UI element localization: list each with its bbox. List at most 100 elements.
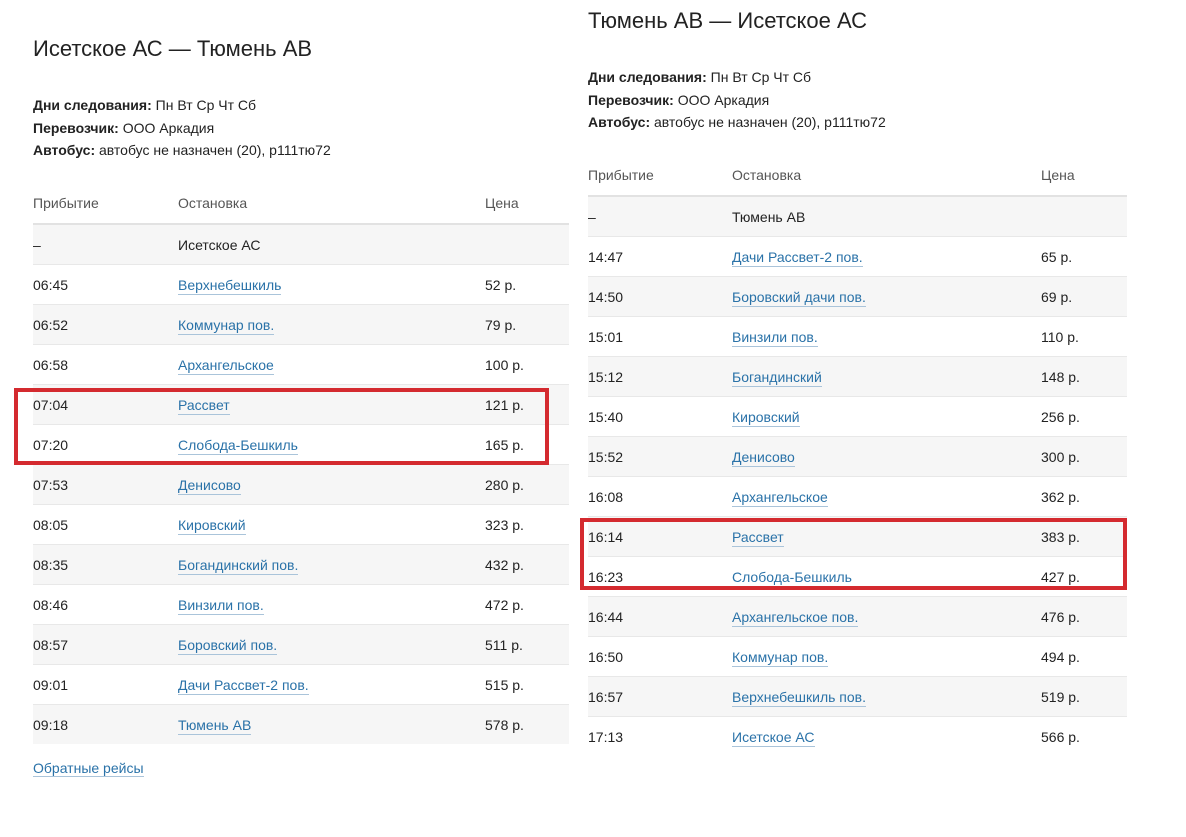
price: [1041, 196, 1127, 237]
left-days-value: Пн Вт Ср Чт Сб: [155, 97, 257, 113]
table-row: 15:40 Кировский 256 р.: [588, 396, 1127, 437]
table-row: 16:08 Архангельское 362 р.: [588, 476, 1127, 517]
table-row: 09:18 Тюмень АВ 578 р.: [33, 704, 569, 744]
right-header-stop: Остановка: [732, 155, 1041, 197]
stop-cell: Боровский дачи пов.: [732, 276, 1041, 317]
stop-link[interactable]: Тюмень АВ: [178, 716, 252, 735]
left-days-line: Дни следования: Пн Вт Ср Чт Сб: [33, 94, 331, 117]
right-bus-value: автобус не назначен (20), р111тю72: [654, 114, 886, 130]
table-row: 08:35 Богандинский пов. 432 р.: [33, 544, 569, 585]
left-carrier-label: Перевозчик:: [33, 119, 119, 136]
price: 432 р.: [485, 544, 569, 585]
right-header-arrival: Прибытие: [588, 155, 732, 197]
table-row: 15:01 Винзили пов. 110 р.: [588, 316, 1127, 357]
stop-link[interactable]: Боровский пов.: [178, 636, 278, 655]
right-header-price: Цена: [1041, 155, 1127, 197]
table-row: 06:52 Коммунар пов. 79 р.: [33, 304, 569, 345]
stop-link[interactable]: Верхнебешкиль: [178, 276, 282, 295]
left-header-stop: Остановка: [178, 183, 485, 225]
table-row: 14:50 Боровский дачи пов. 69 р.: [588, 276, 1127, 317]
table-row: 15:52 Денисово 300 р.: [588, 436, 1127, 477]
stop-link[interactable]: Верхнебешкиль пов.: [732, 688, 866, 707]
right-table-header: Прибытие Остановка Цена: [588, 155, 1127, 197]
arrival-time: 08:57: [33, 624, 178, 665]
left-header-price: Цена: [485, 183, 569, 225]
arrival-time: 15:12: [588, 356, 732, 397]
arrival-time: 14:50: [588, 276, 732, 317]
arrival-time: 06:52: [33, 304, 178, 345]
stop-link[interactable]: Денисово: [732, 448, 795, 467]
stop-link[interactable]: Богандинский: [732, 368, 822, 387]
left-bus-line: Автобус: автобус не назначен (20), р111т…: [33, 139, 331, 162]
stop-link[interactable]: Архангельское: [178, 356, 274, 375]
left-bus-value: автобус не назначен (20), р111тю72: [99, 142, 331, 158]
arrival-time: –: [33, 224, 178, 265]
table-row: 16:50 Коммунар пов. 494 р.: [588, 636, 1127, 677]
left-days-label: Дни следования:: [33, 97, 152, 113]
stop-cell: Архангельское: [732, 476, 1041, 517]
stop-cell: Винзили пов.: [178, 584, 485, 625]
stop-link[interactable]: Дачи Рассвет-2 пов.: [178, 676, 309, 695]
stop-link[interactable]: Исетское АС: [732, 728, 815, 747]
left-carrier-value: ООО Аркадия: [122, 119, 215, 136]
stop-cell: Архангельское: [178, 344, 485, 385]
price: [485, 224, 569, 265]
stop-cell: Кировский: [732, 396, 1041, 437]
price: 323 р.: [485, 504, 569, 545]
stop-cell: Дачи Рассвет-2 пов.: [732, 236, 1041, 277]
price: 476 р.: [1041, 596, 1127, 637]
right-carrier-line: Перевозчик: ООО Аркадия: [588, 89, 886, 112]
stop-cell: Богандинский: [732, 356, 1041, 397]
right-schedule-table: Прибытие Остановка Цена – Тюмень АВ 14:47 Д…: [588, 155, 1127, 756]
price: 110 р.: [1041, 316, 1127, 357]
stop-link[interactable]: Боровский дачи пов.: [732, 288, 866, 307]
arrival-time: 07:53: [33, 464, 178, 505]
table-row: – Исетское АС: [33, 224, 569, 265]
stop-name: Тюмень АВ: [732, 208, 806, 225]
price: 300 р.: [1041, 436, 1127, 477]
stop-link[interactable]: Богандинский пов.: [178, 556, 299, 575]
table-row: 09:01 Дачи Рассвет-2 пов. 515 р.: [33, 664, 569, 705]
stop-link[interactable]: Кировский: [732, 408, 800, 427]
return-trips-link[interactable]: Обратные рейсы: [33, 760, 144, 777]
price: 362 р.: [1041, 476, 1127, 517]
table-row: 16:44 Архангельское пов. 476 р.: [588, 596, 1127, 637]
stop-link[interactable]: Дачи Рассвет-2 пов.: [732, 248, 863, 267]
price: 472 р.: [485, 584, 569, 625]
arrival-time: 15:40: [588, 396, 732, 437]
arrival-time: 16:50: [588, 636, 732, 677]
price: 494 р.: [1041, 636, 1127, 677]
arrival-time: 09:01: [33, 664, 178, 705]
right-bus-line: Автобус: автобус не назначен (20), р111т…: [588, 111, 886, 134]
stop-link[interactable]: Коммунар пов.: [178, 316, 275, 335]
left-schedule-panel: Исетское АС — Тюмень АВ Дни следования: …: [0, 0, 605, 837]
stop-link[interactable]: Архангельское пов.: [732, 608, 859, 627]
table-row: 06:58 Архангельское 100 р.: [33, 344, 569, 385]
table-row: 06:45 Верхнебешкиль 52 р.: [33, 264, 569, 305]
stop-cell: Исетское АС: [732, 716, 1041, 756]
left-route-title: Исетское АС — Тюмень АВ: [33, 36, 313, 61]
right-bus-label: Автобус:: [588, 114, 651, 130]
stop-cell: Винзили пов.: [732, 316, 1041, 357]
right-schedule-panel: Тюмень АВ — Исетское АС Дни следования: …: [570, 0, 1186, 775]
stop-cell: Денисово: [178, 464, 485, 505]
price: 79 р.: [485, 304, 569, 345]
arrival-time: 14:47: [588, 236, 732, 277]
price: 566 р.: [1041, 716, 1127, 756]
stop-link[interactable]: Кировский: [178, 516, 246, 535]
stop-link[interactable]: Коммунар пов.: [732, 648, 829, 667]
stop-link[interactable]: Денисово: [178, 476, 241, 495]
stop-link[interactable]: Архангельское: [732, 488, 828, 507]
stop-link[interactable]: Винзили пов.: [732, 328, 818, 347]
table-row: – Тюмень АВ: [588, 196, 1127, 237]
price: 511 р.: [485, 624, 569, 665]
left-bus-label: Автобус:: [33, 142, 96, 158]
stop-cell: Архангельское пов.: [732, 596, 1041, 637]
right-days-line: Дни следования: Пн Вт Ср Чт Сб: [588, 66, 886, 89]
stop-link[interactable]: Винзили пов.: [178, 596, 264, 615]
arrival-time: 16:08: [588, 476, 732, 517]
arrival-time: 08:46: [33, 584, 178, 625]
arrival-time: 15:01: [588, 316, 732, 357]
table-row: 16:57 Верхнебешкиль пов. 519 р.: [588, 676, 1127, 717]
table-row: 08:46 Винзили пов. 472 р.: [33, 584, 569, 625]
